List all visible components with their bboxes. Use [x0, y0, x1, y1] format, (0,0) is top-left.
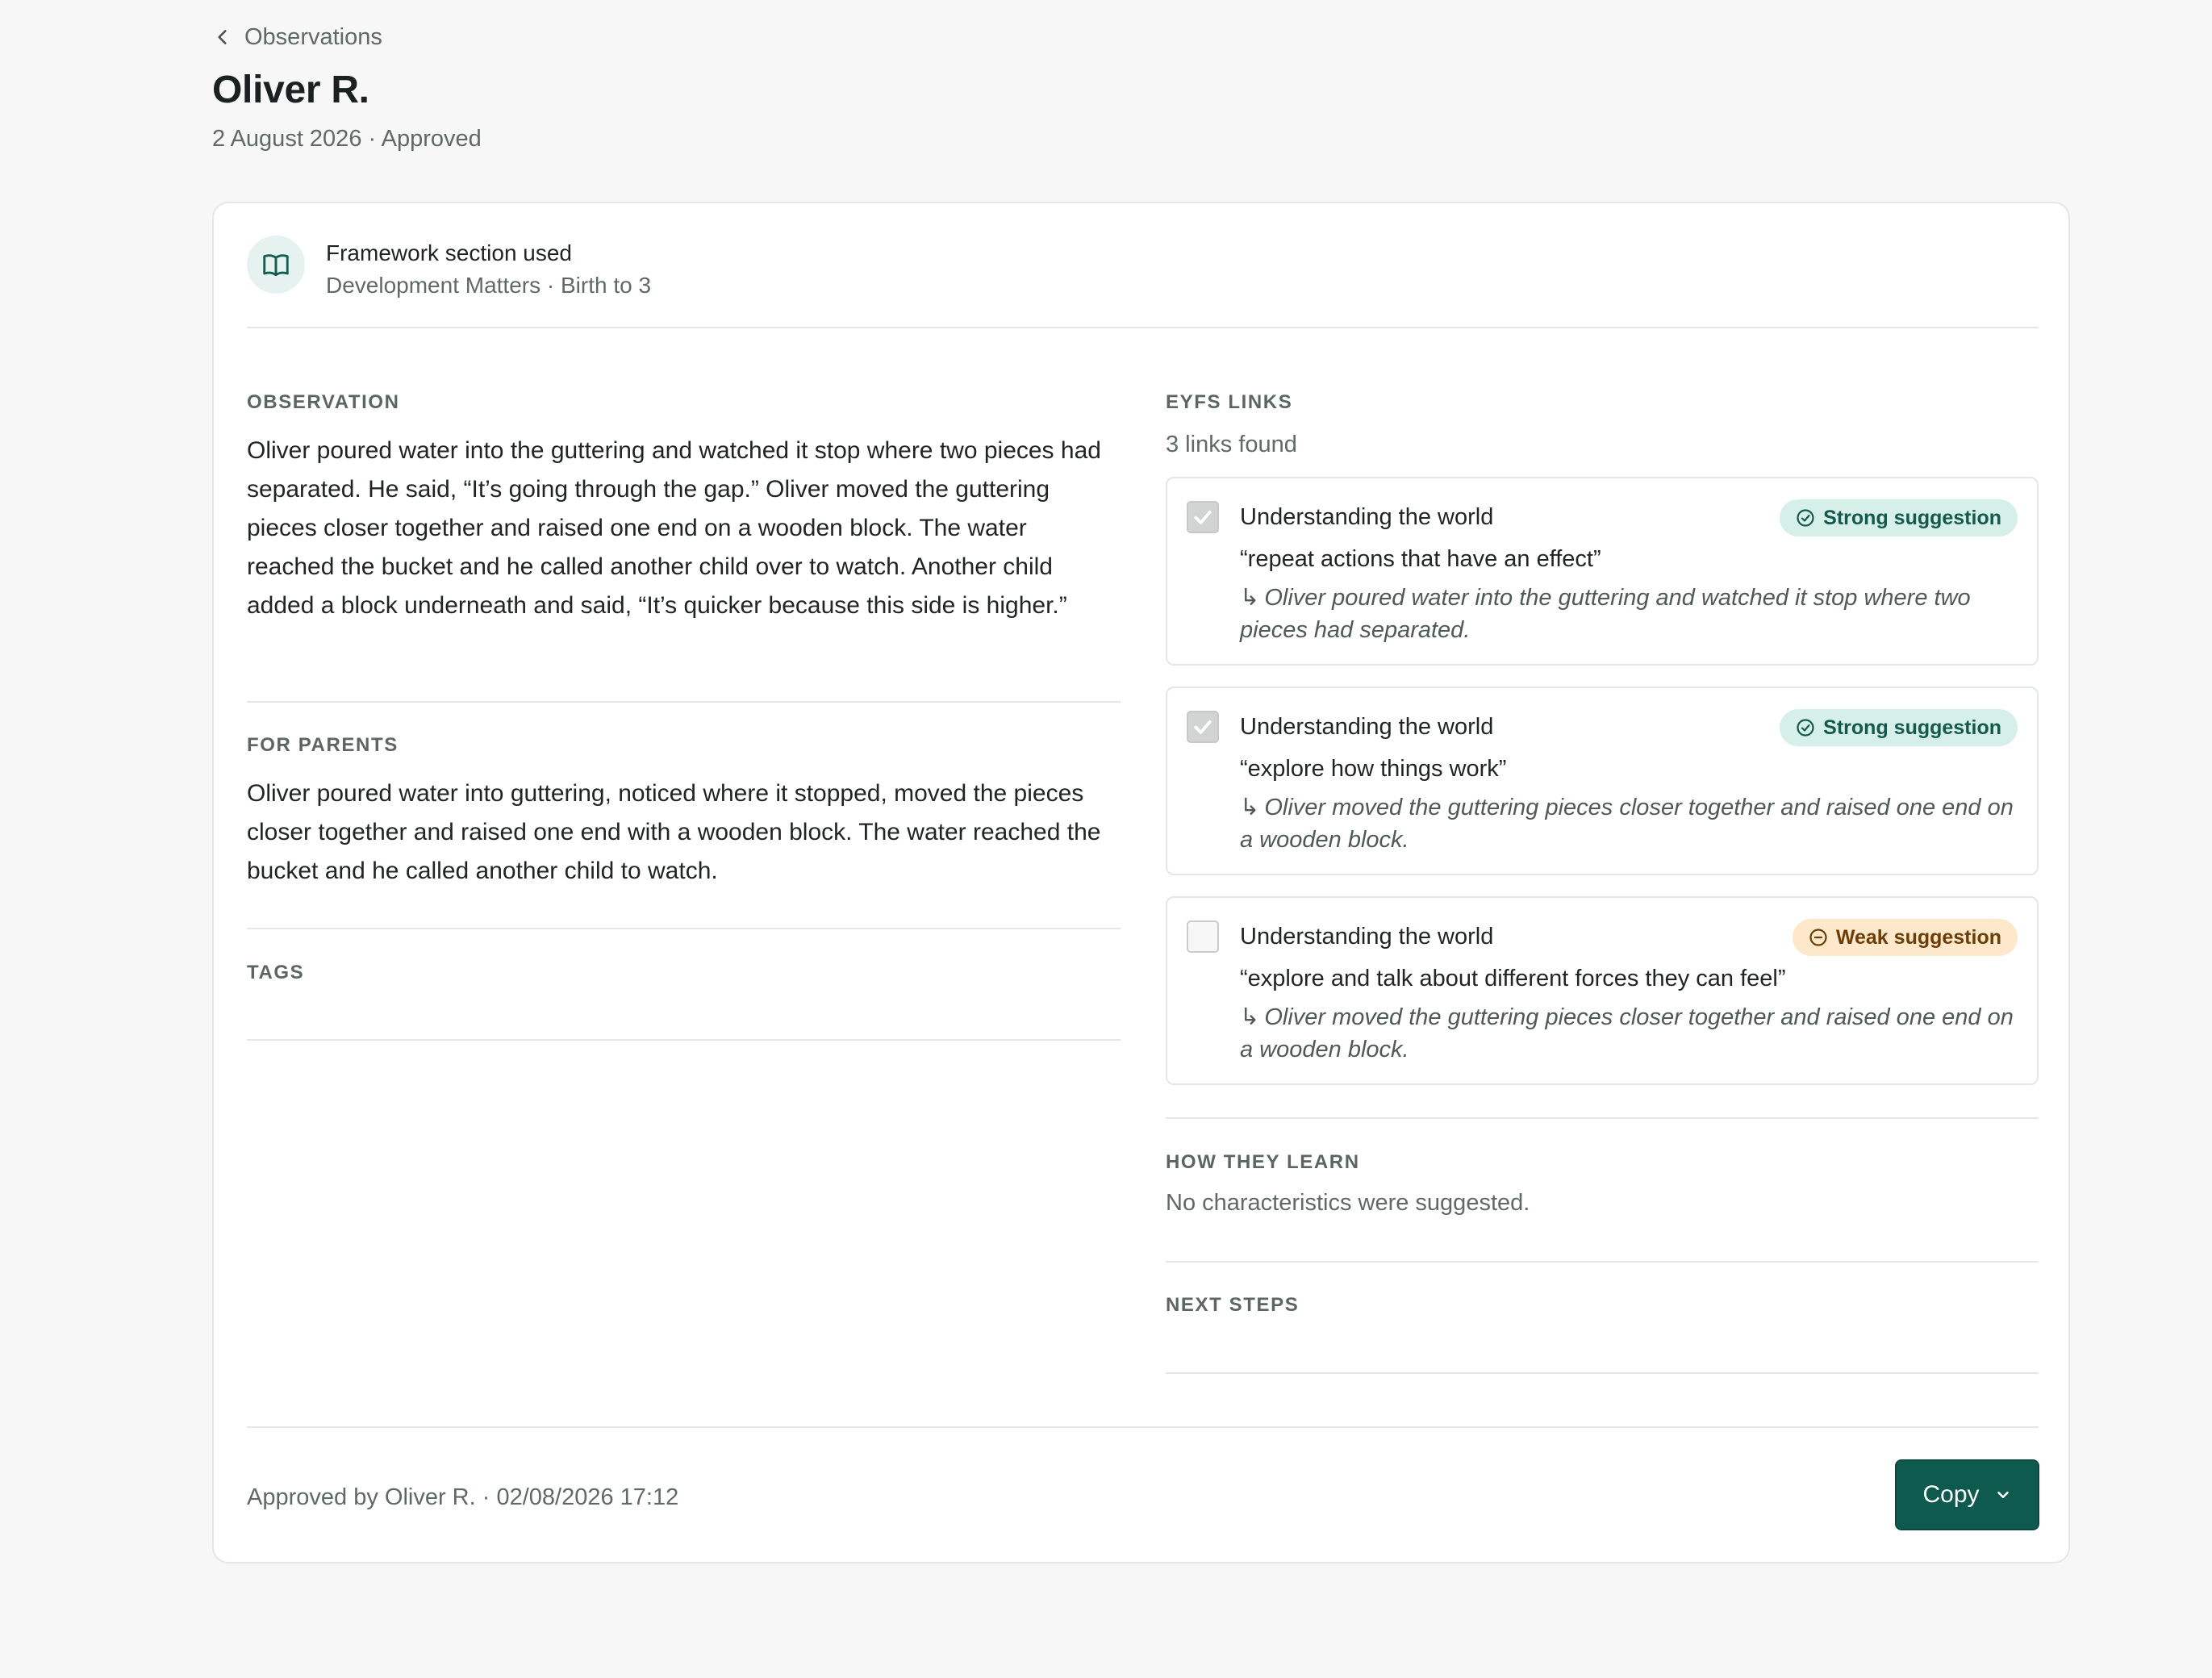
copy-button-label: Copy	[1922, 1481, 1980, 1508]
link-area: Understanding the world	[1240, 714, 1494, 740]
evidence-text: Oliver moved the guttering pieces closer…	[1240, 1004, 2014, 1062]
minus-circle-icon	[1809, 929, 1827, 946]
tags-label: Tags	[247, 962, 305, 983]
observation-card: Framework section used Development Matte…	[212, 202, 2070, 1563]
check-circle-icon	[1797, 509, 1814, 527]
divider	[247, 327, 2039, 328]
suggestion-badge: Strong suggestion	[1780, 499, 2018, 536]
reply-arrow-icon: ↳	[1240, 795, 1260, 820]
check-circle-icon	[1797, 719, 1814, 737]
back-link-label: Observations	[244, 23, 382, 50]
badge-label: Weak suggestion	[1835, 925, 2001, 949]
suggestion-badge: Weak suggestion	[1792, 919, 2018, 956]
link-evidence: ↳ Oliver moved the guttering pieces close…	[1240, 1001, 2022, 1066]
badge-label: Strong suggestion	[1823, 716, 2001, 739]
chevron-left-icon	[218, 30, 227, 44]
for-parents-text: Oliver poured water into guttering, noti…	[247, 780, 1101, 884]
link-checkbox[interactable]	[1187, 920, 1219, 953]
observation-label: Observation	[247, 391, 400, 413]
link-area: Understanding the world	[1240, 924, 1494, 950]
chevron-down-icon	[1997, 1491, 2009, 1499]
link-evidence: ↳ Oliver poured water into the guttering …	[1240, 582, 2022, 646]
observation-text: Oliver poured water into the guttering a…	[247, 437, 1101, 619]
badge-label: Strong suggestion	[1823, 506, 2001, 529]
link-statement: “explore how things work”	[1240, 756, 1507, 782]
framework-title: Framework section used	[326, 240, 573, 265]
eyfs-links-label: EYFS links	[1166, 391, 1293, 413]
how-they-learn-text: No characteristics were suggested.	[1166, 1190, 1530, 1216]
page-subtitle: 2 August 2026 · Approved	[212, 126, 482, 152]
framework-section: Framework section used Development Matte…	[247, 236, 651, 302]
reply-arrow-icon: ↳	[1240, 585, 1260, 611]
next-steps-label: Next steps	[1166, 1294, 1300, 1316]
divider	[1166, 1261, 2039, 1263]
evidence-text: Oliver moved the guttering pieces closer…	[1240, 795, 2014, 853]
copy-button[interactable]: Copy	[1895, 1459, 2039, 1530]
link-checkbox[interactable]	[1187, 711, 1219, 743]
suggestion-badge: Strong suggestion	[1780, 709, 2018, 746]
back-to-observations-link[interactable]: Observations	[212, 21, 382, 53]
divider	[247, 701, 1121, 703]
link-statement: “repeat actions that have an effect”	[1240, 546, 1601, 572]
links-count: 3 links found	[1166, 432, 1297, 457]
page-title: Oliver R.	[212, 69, 369, 111]
eyfs-link-card: Understanding the world Strong suggestio…	[1166, 477, 2039, 666]
link-evidence: ↳ Oliver moved the guttering pieces close…	[1240, 791, 2022, 856]
link-checkbox[interactable]	[1187, 501, 1219, 533]
eyfs-link-card: Understanding the world Strong suggestio…	[1166, 687, 2039, 875]
checkmark-icon	[1194, 720, 1212, 734]
for-parents-label: For parents	[247, 734, 399, 756]
divider	[247, 928, 1121, 929]
link-statement: “explore and talk about different forces…	[1240, 966, 1786, 991]
divider	[1166, 1372, 2039, 1374]
divider	[1166, 1117, 2039, 1119]
approval-info: Approved by Oliver R. · 02/08/2026 17:12	[247, 1484, 679, 1510]
divider	[247, 1039, 1121, 1041]
reply-arrow-icon: ↳	[1240, 1004, 1260, 1030]
divider	[247, 1426, 2039, 1428]
link-area: Understanding the world	[1240, 504, 1494, 530]
checkmark-icon	[1194, 510, 1212, 524]
framework-value: Development Matters · Birth to 3	[326, 273, 652, 298]
book-icon	[247, 236, 305, 294]
evidence-text: Oliver poured water into the guttering a…	[1240, 585, 1971, 643]
eyfs-link-card: Understanding the world Weak suggestion …	[1166, 896, 2039, 1085]
how-they-learn-label: How they learn	[1166, 1151, 1360, 1173]
